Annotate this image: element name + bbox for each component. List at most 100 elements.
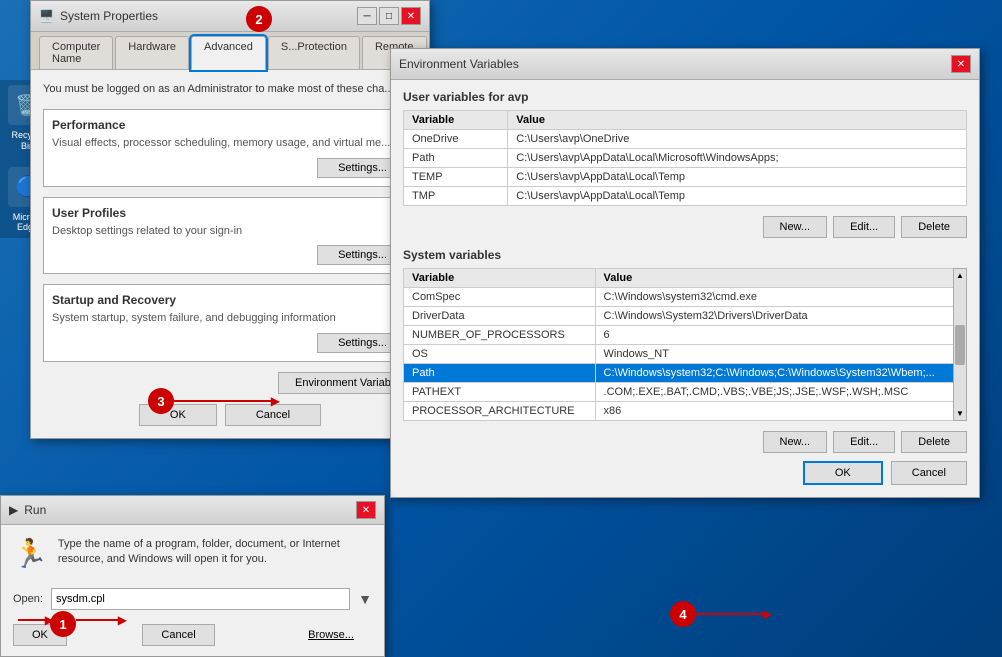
annotation-arrow-1-left: ▶ xyxy=(18,619,48,621)
run-cancel-button[interactable]: Cancel xyxy=(142,624,214,646)
sys-props-title: 🖥️ System Properties xyxy=(39,9,158,23)
tab-system-protection[interactable]: S...Protection xyxy=(268,36,360,69)
sys-props-bottom-row: OK Cancel xyxy=(43,404,417,426)
run-description: Type the name of a program, folder, docu… xyxy=(58,537,372,568)
user-var-row[interactable]: TEMPC:\Users\avp\AppData\Local\Temp xyxy=(404,168,967,187)
sys-edit-button[interactable]: Edit... xyxy=(833,431,895,453)
user-var-col-header: Variable xyxy=(404,111,508,130)
sys-var-row[interactable]: DriverDataC:\Windows\System32\Drivers\Dr… xyxy=(404,307,967,326)
sys-var-name: Path xyxy=(404,364,596,383)
maximize-button[interactable]: □ xyxy=(379,7,399,25)
annotation-arrow-4: ▶ xyxy=(696,613,766,615)
env-vars-title-text: Environment Variables xyxy=(399,57,519,71)
user-profiles-desc: Desktop settings related to your sign-in xyxy=(52,224,408,239)
user-var-row[interactable]: TMPC:\Users\avp\AppData\Local\Temp xyxy=(404,187,967,206)
user-var-value: C:\Users\avp\AppData\Local\Microsoft\Win… xyxy=(508,149,967,168)
run-content: 🏃 Type the name of a program, folder, do… xyxy=(1,525,384,582)
user-vars-buttons: New... Edit... Delete xyxy=(403,216,967,238)
sys-props-titlebar: 🖥️ System Properties ─ □ ✕ xyxy=(31,1,429,32)
env-vars-bottom-row: OK Cancel xyxy=(403,461,967,485)
sys-vars-title: System variables xyxy=(403,248,967,262)
run-dropdown-arrow[interactable]: ▼ xyxy=(358,591,372,607)
sys-var-value: 6 xyxy=(595,326,966,345)
admin-notice: You must be logged on as an Administrato… xyxy=(43,82,417,97)
env-vars-cancel-button[interactable]: Cancel xyxy=(891,461,967,485)
run-open-input[interactable] xyxy=(51,588,350,610)
sys-props-title-text: System Properties xyxy=(60,9,158,23)
performance-desc: Visual effects, processor scheduling, me… xyxy=(52,136,408,151)
env-vars-dialog-controls: ✕ xyxy=(951,55,971,73)
run-browse-button[interactable]: Browse... xyxy=(290,625,372,645)
env-vars-title: Environment Variables xyxy=(399,57,519,71)
tab-advanced[interactable]: Advanced xyxy=(191,36,266,70)
sys-var-value: C:\Windows\system32;C:\Windows;C:\Window… xyxy=(595,364,966,383)
sys-var-name: PATHEXT xyxy=(404,383,596,402)
user-vars-table: Variable Value OneDriveC:\Users\avp\OneD… xyxy=(403,110,967,206)
annotation-arrow-1: ▶ xyxy=(76,619,121,621)
run-titlebar: ▶ Run ✕ xyxy=(1,496,384,525)
dialog-controls: ─ □ ✕ xyxy=(357,7,421,25)
system-variables-section: System variables Variable Value ComSpecC… xyxy=(403,248,967,421)
user-var-name: Path xyxy=(404,149,508,168)
user-var-name: TEMP xyxy=(404,168,508,187)
user-edit-button[interactable]: Edit... xyxy=(833,216,895,238)
env-vars-titlebar: Environment Variables ✕ xyxy=(391,49,979,80)
tabs-container: Computer Name Hardware Advanced S...Prot… xyxy=(31,32,429,70)
sys-var-row[interactable]: PATHEXT.COM;.EXE;.BAT;.CMD;.VBS;.VBE;JS;… xyxy=(404,383,967,402)
user-var-value: C:\Users\avp\AppData\Local\Temp xyxy=(508,187,967,206)
sys-var-name: PROCESSOR_ARCHITECTURE xyxy=(404,402,596,421)
run-open-row: Open: ▼ xyxy=(13,588,372,610)
sys-props-title-icon: 🖥️ xyxy=(39,9,54,23)
startup-recovery-section: Startup and Recovery System startup, sys… xyxy=(43,284,417,361)
sys-var-value: C:\Windows\system32\cmd.exe xyxy=(595,288,966,307)
performance-title: Performance xyxy=(52,118,408,132)
minimize-button[interactable]: ─ xyxy=(357,7,377,25)
tab-computer-name[interactable]: Computer Name xyxy=(39,36,113,69)
user-var-value: C:\Users\avp\OneDrive xyxy=(508,130,967,149)
run-title-text: Run xyxy=(24,503,46,517)
sys-var-name: ComSpec xyxy=(404,288,596,307)
tab-hardware[interactable]: Hardware xyxy=(115,36,189,69)
sys-var-value: Windows_NT xyxy=(595,345,966,364)
user-delete-button[interactable]: Delete xyxy=(901,216,967,238)
sys-var-row[interactable]: ComSpecC:\Windows\system32\cmd.exe xyxy=(404,288,967,307)
run-open-label: Open: xyxy=(13,593,43,605)
sys-val-col-header: Value xyxy=(595,269,966,288)
scrollbar[interactable]: ▲ ▼ xyxy=(953,268,967,421)
user-var-row[interactable]: PathC:\Users\avp\AppData\Local\Microsoft… xyxy=(404,149,967,168)
startup-recovery-desc: System startup, system failure, and debu… xyxy=(52,311,408,326)
run-close-button[interactable]: ✕ xyxy=(356,501,376,519)
sys-var-row[interactable]: PathC:\Windows\system32;C:\Windows;C:\Wi… xyxy=(404,364,967,383)
user-var-name: OneDrive xyxy=(404,130,508,149)
run-program-icon: 🏃 xyxy=(13,537,48,570)
sys-var-value: x86 xyxy=(595,402,966,421)
user-val-col-header: Value xyxy=(508,111,967,130)
sys-new-button[interactable]: New... xyxy=(763,431,828,453)
performance-section: Performance Visual effects, processor sc… xyxy=(43,109,417,186)
sys-var-name: DriverData xyxy=(404,307,596,326)
sys-var-row[interactable]: OSWindows_NT xyxy=(404,345,967,364)
sys-var-row[interactable]: NUMBER_OF_PROCESSORS6 xyxy=(404,326,967,345)
sys-var-col-header: Variable xyxy=(404,269,596,288)
close-button[interactable]: ✕ xyxy=(401,7,421,25)
user-new-button[interactable]: New... xyxy=(763,216,828,238)
annotation-circle-2: 2 xyxy=(246,6,272,32)
sys-var-value: C:\Windows\System32\Drivers\DriverData xyxy=(595,307,966,326)
user-profiles-section: User Profiles Desktop settings related t… xyxy=(43,197,417,274)
sys-vars-buttons: New... Edit... Delete xyxy=(403,431,967,453)
sys-delete-button[interactable]: Delete xyxy=(901,431,967,453)
sys-var-name: OS xyxy=(404,345,596,364)
user-variables-section: User variables for avp Variable Value On… xyxy=(403,90,967,206)
startup-recovery-title: Startup and Recovery xyxy=(52,293,408,307)
sys-var-name: NUMBER_OF_PROCESSORS xyxy=(404,326,596,345)
annotation-circle-4: 4 xyxy=(670,601,696,627)
env-vars-close-button[interactable]: ✕ xyxy=(951,55,971,73)
user-var-name: TMP xyxy=(404,187,508,206)
sys-var-row[interactable]: PROCESSOR_ARCHITECTUREx86 xyxy=(404,402,967,421)
environment-variables-dialog: Environment Variables ✕ User variables f… xyxy=(390,48,980,498)
env-vars-ok-button[interactable]: OK xyxy=(803,461,883,485)
run-icon: ▶ xyxy=(9,503,18,517)
user-profiles-title: User Profiles xyxy=(52,206,408,220)
user-var-row[interactable]: OneDriveC:\Users\avp\OneDrive xyxy=(404,130,967,149)
user-var-value: C:\Users\avp\AppData\Local\Temp xyxy=(508,168,967,187)
